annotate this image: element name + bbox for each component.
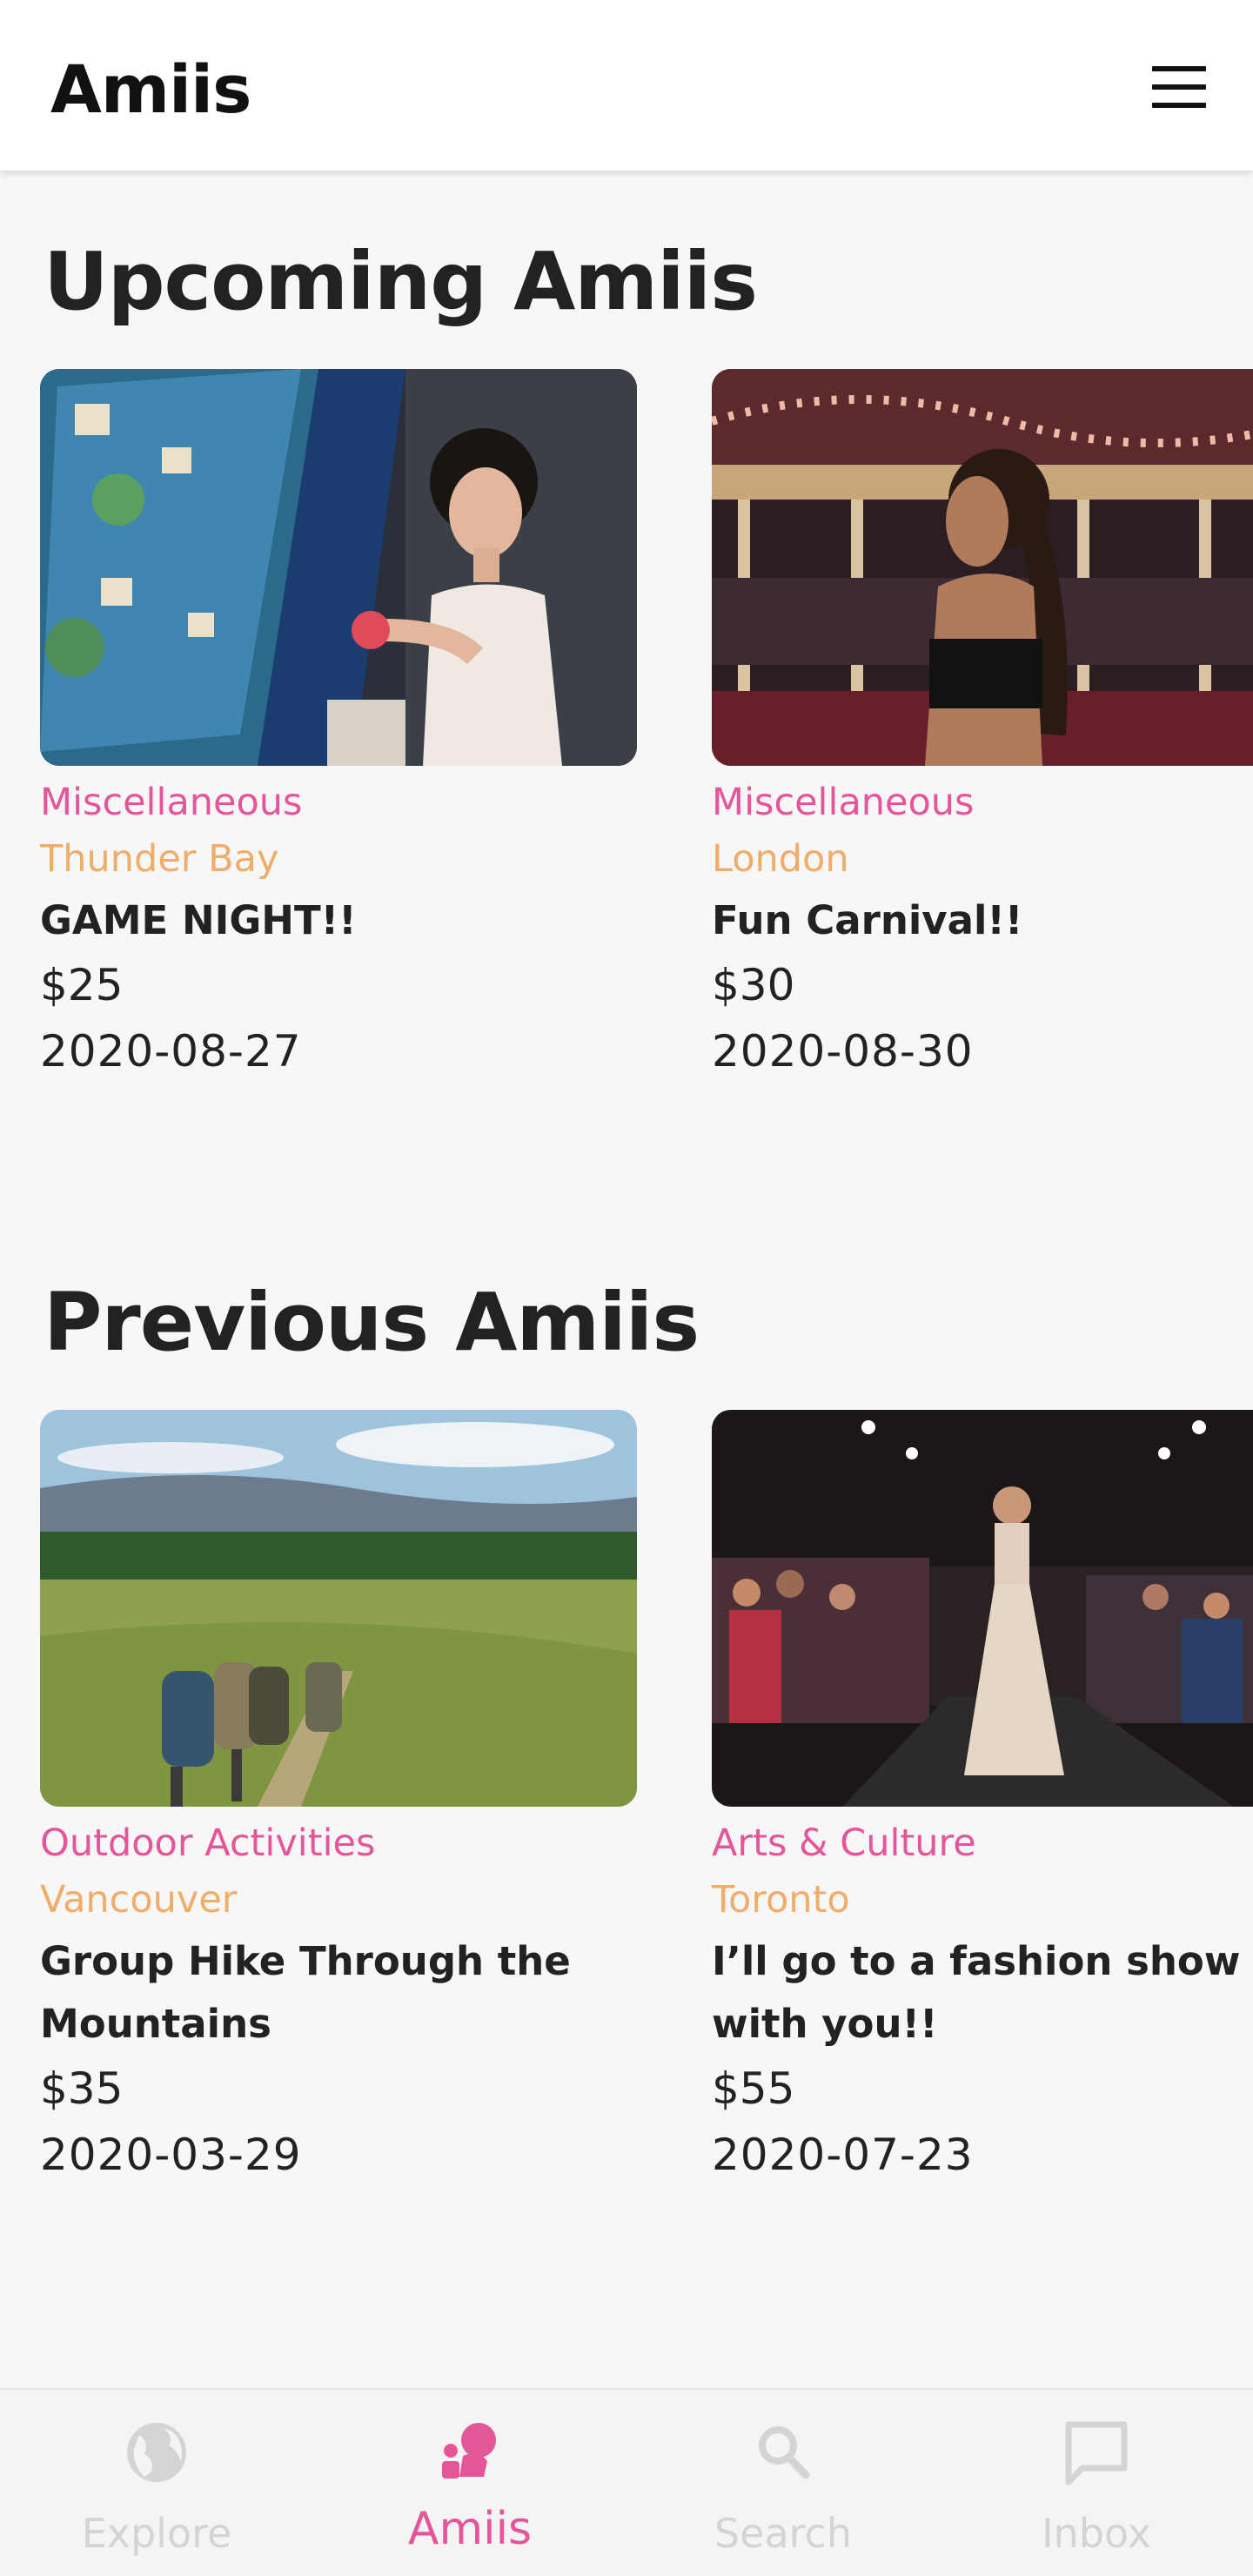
search-icon	[759, 2426, 810, 2479]
nav-label-inbox: Inbox	[1042, 2510, 1151, 2557]
nav-label-explore: Explore	[81, 2510, 232, 2557]
card-date: 2020-03-29	[40, 2130, 302, 2180]
event-card[interactable]: Arts & Culture Toronto I’ll go to a fash…	[712, 1410, 1253, 2188]
bottom-nav: Explore Amiis Search Inbox	[0, 2388, 1253, 2576]
app-header: Amiis	[0, 0, 1253, 171]
card-price: $30	[712, 960, 795, 1010]
nav-label-amiis: Amiis	[407, 2503, 533, 2555]
nav-item-search[interactable]: Search	[626, 2390, 940, 2576]
app-title: Amiis	[50, 50, 251, 128]
event-card[interactable]: Miscellaneous London Fun Carnival!! $30 …	[712, 369, 1253, 1084]
menu-bar	[1152, 103, 1206, 108]
card-title: Fun Carnival!!	[712, 897, 1023, 943]
nav-label-search: Search	[714, 2510, 853, 2557]
card-category: Miscellaneous	[712, 781, 975, 824]
previous-section-title: Previous Amiis	[44, 1276, 700, 1369]
globe-icon	[127, 2423, 186, 2482]
nav-item-amiis[interactable]: Amiis	[313, 2390, 626, 2576]
hikers-in-meadow-photo[interactable]	[40, 1410, 637, 1807]
card-date: 2020-08-30	[712, 1026, 974, 1077]
woman-at-carousel-photo[interactable]	[712, 369, 1253, 766]
runway-fashion-show-photo[interactable]	[712, 1410, 1253, 1807]
card-city: London	[712, 837, 849, 881]
hamburger-menu-icon[interactable]	[1140, 63, 1218, 111]
card-category: Miscellaneous	[40, 781, 303, 824]
nav-item-explore[interactable]: Explore	[0, 2390, 313, 2576]
card-date: 2020-08-27	[40, 1026, 302, 1077]
event-card[interactable]: Outdoor Activities Vancouver Group Hike …	[40, 1410, 637, 2188]
upcoming-section-title: Upcoming Amiis	[44, 235, 758, 328]
card-title: I’ll go to a fashion show with you!!	[712, 1938, 1241, 2047]
card-city: Vancouver	[40, 1878, 238, 1922]
woman-at-arcade-machine-photo[interactable]	[40, 369, 637, 766]
card-title: Group Hike Through the Mountains	[40, 1938, 571, 2047]
nav-item-inbox[interactable]: Inbox	[940, 2390, 1253, 2576]
card-category: Arts & Culture	[712, 1821, 976, 1865]
people-icon	[442, 2423, 496, 2479]
card-city: Thunder Bay	[40, 837, 279, 881]
card-city: Toronto	[712, 1878, 850, 1922]
card-price: $55	[712, 2063, 795, 2114]
menu-bar	[1152, 84, 1206, 90]
chat-icon	[1065, 2421, 1128, 2485]
card-price: $35	[40, 2063, 124, 2114]
event-card[interactable]: Miscellaneous Thunder Bay GAME NIGHT!! $…	[40, 369, 637, 1084]
card-title: GAME NIGHT!!	[40, 897, 357, 943]
card-category: Outdoor Activities	[40, 1821, 376, 1865]
menu-bar	[1152, 66, 1206, 71]
card-price: $25	[40, 960, 124, 1010]
card-date: 2020-07-23	[712, 2130, 974, 2180]
